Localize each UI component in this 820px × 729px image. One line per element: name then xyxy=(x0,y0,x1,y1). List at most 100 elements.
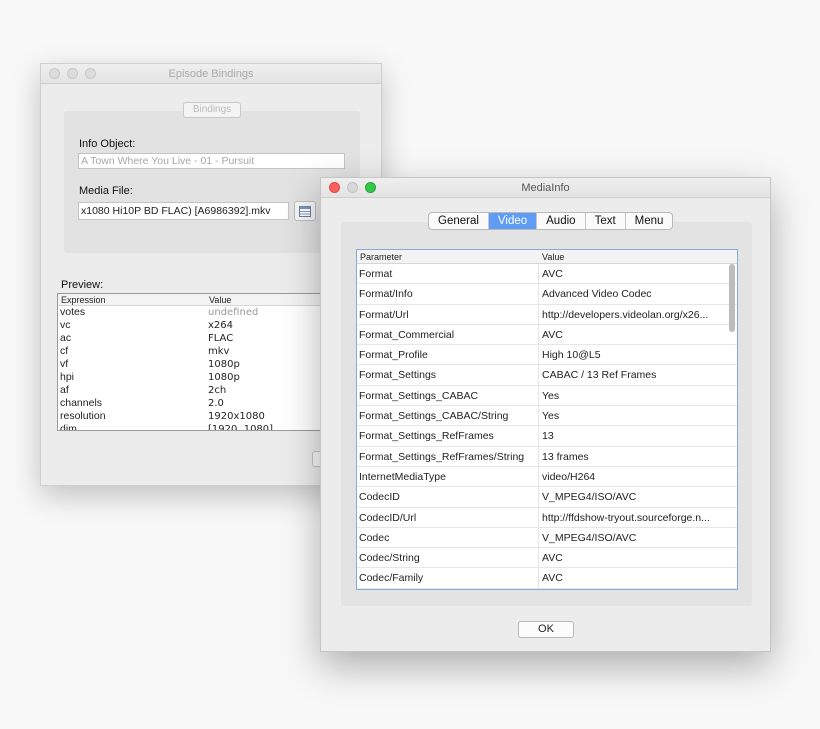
table-row[interactable]: Format/Info Advanced Video Codec xyxy=(357,284,737,305)
tab-bar: General Video Audio Text Menu xyxy=(428,212,674,230)
column-header-parameter[interactable]: Parameter xyxy=(357,250,539,263)
preview-expression: hpi xyxy=(60,371,75,383)
preview-value: 1080p xyxy=(208,359,240,370)
media-file-value: x1080 Hi10P BD FLAC) [A6986392].mkv xyxy=(81,205,271,217)
table-row[interactable]: Codec/Family AVC xyxy=(357,568,737,589)
preview-expression: dim xyxy=(60,423,77,431)
partially-hidden-button[interactable] xyxy=(312,451,320,467)
value-cell: Yes xyxy=(542,389,560,402)
close-button[interactable] xyxy=(49,68,60,79)
table-row[interactable]: Format AVC xyxy=(357,264,737,285)
value-cell: AVC xyxy=(542,268,563,280)
preview-row[interactable]: dim [1920, 1080] xyxy=(58,423,336,431)
parameter-cell: Codec xyxy=(357,527,539,548)
preview-row[interactable]: vf 1080p xyxy=(58,358,336,371)
table-row[interactable]: Format_Commercial AVC xyxy=(357,324,737,346)
parameter-cell: CodecID/Url xyxy=(357,507,539,527)
table-icon xyxy=(299,205,311,217)
table-row[interactable]: InternetMediaType video/H264 xyxy=(357,466,737,488)
preview-row[interactable]: votes undefined xyxy=(58,306,336,319)
preview-expression: ac xyxy=(60,332,72,344)
parameter-cell: CodecID xyxy=(357,487,539,507)
column-header-expression[interactable]: Expression xyxy=(58,294,206,305)
value-cell: CABAC / 13 Ref Frames xyxy=(542,369,657,382)
value-cell: AVC xyxy=(542,572,563,585)
preview-value: mkv xyxy=(208,346,230,357)
tab-general[interactable]: General xyxy=(429,213,489,229)
tab-text[interactable]: Text xyxy=(586,213,626,229)
window-controls xyxy=(49,68,96,79)
table-row[interactable]: Format_Settings_CABAC/String Yes xyxy=(357,406,737,427)
table-row[interactable]: Format_Settings_RefFrames/String 13 frame… xyxy=(357,446,737,467)
value-cell: AVC xyxy=(542,328,563,341)
info-object-label: Info Object: xyxy=(79,138,136,150)
table-row[interactable]: Format/Url http://developers.videolan.org… xyxy=(357,304,737,325)
media-file-field[interactable]: x1080 Hi10P BD FLAC) [A6986392].mkv xyxy=(78,202,289,220)
parameter-cell: Format/Url xyxy=(357,304,539,324)
mediainfo-table-header: Parameter Value xyxy=(357,250,737,264)
value-cell: AVC xyxy=(542,552,563,565)
preview-value: 2ch xyxy=(208,385,227,396)
tab-video[interactable]: Video xyxy=(488,213,538,229)
value-cell: V_MPEG4/ISO/AVC xyxy=(542,491,637,504)
browse-button[interactable] xyxy=(294,201,316,221)
preview-label: Preview: xyxy=(61,279,104,291)
preview-expression: af xyxy=(60,384,69,396)
ok-button[interactable]: OK xyxy=(518,621,574,638)
title-bar[interactable]: Episode Bindings xyxy=(41,64,381,84)
zoom-button[interactable] xyxy=(365,182,376,193)
preview-expression: vf xyxy=(60,358,69,370)
table-row[interactable]: CodecID V_MPEG4/ISO/AVC xyxy=(357,487,737,508)
table-row[interactable]: Codec/String AVC xyxy=(357,548,737,569)
close-button[interactable] xyxy=(329,182,340,193)
tab-menu[interactable]: Menu xyxy=(626,213,673,229)
preview-row[interactable]: af 2ch xyxy=(58,384,336,397)
value-cell: Yes xyxy=(542,410,560,423)
zoom-button[interactable] xyxy=(85,68,96,79)
column-header-value[interactable]: Value xyxy=(206,294,231,305)
parameter-cell: Format_Settings_CABAC xyxy=(357,385,539,406)
table-row[interactable]: CodecID/Url http://ffdshow-tryout.sourcef… xyxy=(357,507,737,528)
media-file-label: Media File: xyxy=(79,185,133,197)
value-cell: 13 xyxy=(542,430,554,443)
table-row[interactable]: Format_Settings_CABAC Yes xyxy=(357,385,737,407)
preview-expression: cf xyxy=(60,345,69,357)
bindings-panel xyxy=(64,111,360,253)
table-row[interactable]: Format_Settings CABAC / 13 Ref Frames xyxy=(357,365,737,386)
preview-row[interactable]: vc x264 xyxy=(58,319,336,332)
preview-rows: votes undefined vc x264 ac FLAC cf mkv vf 1080p hp… xyxy=(58,306,336,431)
parameter-cell: Codec/String xyxy=(357,548,539,568)
parameter-cell: Format_Settings xyxy=(357,365,539,385)
table-row[interactable]: Format_Profile High 10@L5 xyxy=(357,345,737,366)
preview-value: x264 xyxy=(208,320,234,331)
preview-row[interactable]: channels 2.0 xyxy=(58,397,336,410)
preview-row[interactable]: hpi 1080p xyxy=(58,371,336,384)
info-object-field[interactable]: A Town Where You Live - 01 - Pursuit xyxy=(78,153,345,169)
preview-row[interactable]: resolution 1920x1080 xyxy=(58,410,336,423)
minimize-button[interactable] xyxy=(347,182,358,193)
mediainfo-window: MediaInfo General Video Audio Text Menu Para… xyxy=(320,177,771,652)
value-cell: video/H264 xyxy=(542,470,596,483)
preview-row[interactable]: ac FLAC xyxy=(58,332,336,345)
value-cell: 13 frames xyxy=(542,450,589,463)
bindings-button[interactable]: Bindings xyxy=(183,102,241,118)
preview-expression: resolution xyxy=(60,410,106,422)
column-header-value[interactable]: Value xyxy=(539,250,564,263)
preview-row[interactable]: cf mkv xyxy=(58,345,336,358)
value-cell: V_MPEG4/ISO/AVC xyxy=(542,531,637,544)
scrollbar-thumb[interactable] xyxy=(729,264,735,332)
title-bar[interactable]: MediaInfo xyxy=(321,178,770,198)
preview-expression: votes xyxy=(60,306,86,318)
window-title: Episode Bindings xyxy=(168,68,254,80)
preview-value: 1080p xyxy=(208,372,240,383)
preview-expression: vc xyxy=(60,319,71,331)
value-cell: High 10@L5 xyxy=(542,349,601,362)
table-row[interactable]: Format_Settings_RefFrames 13 xyxy=(357,426,737,447)
minimize-button[interactable] xyxy=(67,68,78,79)
parameter-cell: Format_Settings_CABAC/String xyxy=(357,406,539,426)
window-controls xyxy=(329,182,376,193)
mediainfo-table[interactable]: Parameter Value Format AVC Format/Info Adva… xyxy=(356,249,738,590)
table-row[interactable]: Codec V_MPEG4/ISO/AVC xyxy=(357,527,737,549)
tab-audio[interactable]: Audio xyxy=(537,213,586,229)
preview-table[interactable]: Expression Value votes undefined vc x264 ac F… xyxy=(57,293,337,431)
